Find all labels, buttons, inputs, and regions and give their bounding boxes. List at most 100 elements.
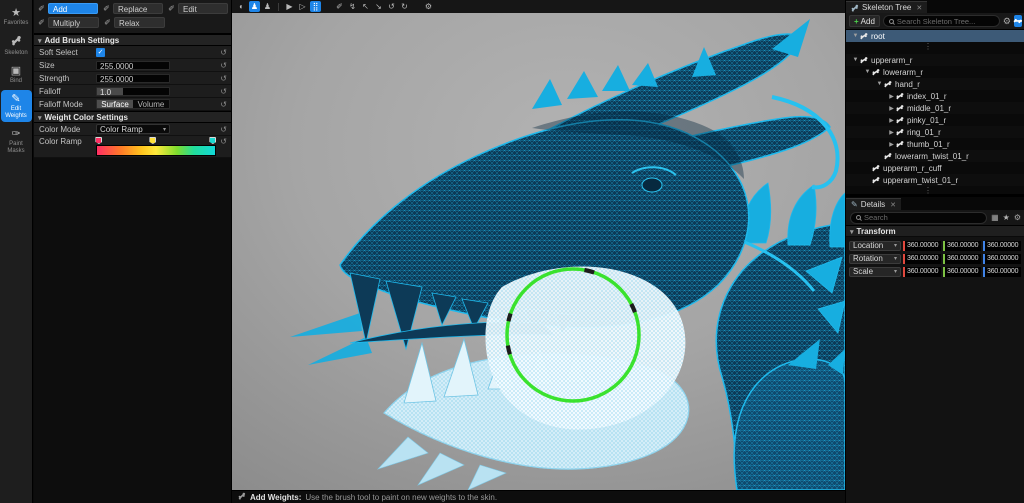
brush-mode-relax[interactable]: ✐Relax bbox=[103, 17, 165, 28]
play-outline-icon[interactable]: ▷ bbox=[297, 1, 308, 12]
tree-node-upperarm_r_cuff[interactable]: upperarm_r_cuff bbox=[846, 162, 1024, 174]
rotation-dropdown[interactable]: Rotation▾ bbox=[849, 254, 901, 264]
mirror-right-icon[interactable]: ↻ bbox=[399, 1, 410, 12]
add-brush-settings-header[interactable]: ▾Add Brush Settings bbox=[34, 34, 231, 46]
transform-row-rotation: Rotation▾360.00000360.00000360.00000 bbox=[849, 252, 1022, 265]
falloff-mode-volume-button[interactable]: Volume bbox=[133, 100, 169, 108]
scale-z-field[interactable]: 360.00000 bbox=[983, 267, 1021, 277]
bone-icon bbox=[895, 127, 904, 136]
bone-filter-button[interactable] bbox=[1014, 15, 1022, 27]
mirror-left-icon[interactable]: ↺ bbox=[386, 1, 397, 12]
reset-to-default-icon[interactable]: ↺ bbox=[220, 61, 227, 70]
skeleton-tree-search[interactable] bbox=[883, 15, 1000, 27]
grow-selection-icon[interactable]: ↖ bbox=[360, 1, 371, 12]
falloff-slider[interactable]: 1.0 bbox=[96, 87, 170, 96]
brush-mode-edit[interactable]: ✐Edit bbox=[167, 3, 228, 14]
details-settings-gear-icon[interactable]: ⚙ bbox=[1014, 213, 1021, 222]
ramp-stop-0[interactable] bbox=[95, 137, 102, 144]
bone-label: upperarm_r_cuff bbox=[883, 164, 942, 173]
brush-mode-multiply[interactable]: ✐Multiply bbox=[37, 17, 99, 28]
vertex-select-icon[interactable]: ⣿ bbox=[310, 1, 321, 12]
reset-to-default-icon[interactable]: ↺ bbox=[220, 87, 227, 96]
sidebar-item-bind[interactable]: ▣Bind bbox=[1, 62, 32, 87]
brush-mode-label: Relax bbox=[114, 17, 165, 28]
falloff-value: 1.0 bbox=[100, 88, 111, 96]
shrink-selection-icon[interactable]: ↘ bbox=[373, 1, 384, 12]
sidebar-item-favorites[interactable]: ★Favorites bbox=[1, 4, 32, 29]
brush-mode-replace[interactable]: ✐Replace bbox=[102, 3, 163, 14]
reset-to-default-icon[interactable]: ↺ bbox=[220, 74, 227, 83]
close-icon[interactable]: ✕ bbox=[890, 201, 896, 209]
scale-x-field[interactable]: 360.00000 bbox=[903, 267, 941, 277]
size-field[interactable]: 255.0000 bbox=[96, 61, 170, 70]
tree-node-hand_r[interactable]: ▼hand_r bbox=[846, 78, 1024, 90]
bone-icon bbox=[883, 79, 892, 88]
details-search[interactable] bbox=[850, 212, 987, 224]
reset-to-default-icon[interactable]: ↺ bbox=[220, 100, 227, 109]
brush-mode-add[interactable]: ✐Add bbox=[37, 3, 98, 14]
transform-section-header[interactable]: ▾Transform bbox=[846, 226, 1024, 237]
location-y-field[interactable]: 360.00000 bbox=[943, 241, 981, 251]
bone-label: ring_01_r bbox=[907, 128, 941, 137]
character-visibility-icon[interactable]: ♟ bbox=[249, 1, 260, 12]
hidden-bones-ellipsis[interactable]: ⋮ bbox=[846, 186, 1024, 194]
falloff-row: Falloff 1.0 ↺ bbox=[34, 85, 231, 98]
skeleton-tree-search-input[interactable] bbox=[897, 17, 994, 26]
viewport-settings-icon[interactable]: ⚙ bbox=[423, 1, 434, 12]
tree-settings-gear-icon[interactable]: ⚙ bbox=[1003, 16, 1011, 27]
location-x-field[interactable]: 360.00000 bbox=[903, 241, 941, 251]
soft-select-row: Soft Select ✓ ↺ bbox=[34, 46, 231, 59]
details-search-input[interactable] bbox=[864, 213, 981, 222]
display-filter-icon[interactable]: ▦ bbox=[991, 213, 999, 222]
falloff-label: Falloff bbox=[39, 87, 96, 96]
tree-node-index_01_r[interactable]: ▶index_01_r bbox=[846, 90, 1024, 102]
close-icon[interactable]: ✕ bbox=[916, 4, 922, 12]
tree-node-lowerarm_r[interactable]: ▼lowerarm_r bbox=[846, 66, 1024, 78]
weight-color-settings-header[interactable]: ▾Weight Color Settings bbox=[34, 111, 231, 123]
tree-node-ring_01_r[interactable]: ▶ring_01_r bbox=[846, 126, 1024, 138]
viewport-canvas[interactable] bbox=[232, 13, 845, 490]
flood-weights-icon[interactable]: ↯ bbox=[347, 1, 358, 12]
skeleton-tree-icon bbox=[851, 4, 859, 12]
tree-node-middle_01_r[interactable]: ▶middle_01_r bbox=[846, 102, 1024, 114]
tree-node-thumb_01_r[interactable]: ▶thumb_01_r bbox=[846, 138, 1024, 150]
soft-select-checkbox[interactable]: ✓ bbox=[96, 48, 105, 57]
reset-to-default-icon[interactable]: ↺ bbox=[220, 48, 227, 57]
scale-y-field[interactable]: 360.00000 bbox=[943, 267, 981, 277]
reset-to-default-icon[interactable]: ↺ bbox=[220, 125, 227, 134]
tree-node-lowerarm_twist_01_r[interactable]: lowerarm_twist_01_r bbox=[846, 150, 1024, 162]
preview-scene-icon[interactable]: ◐ bbox=[236, 1, 247, 12]
sidebar-item-paint-masks[interactable]: ✑Paint Masks bbox=[1, 125, 32, 157]
sidebar-item-edit-weights[interactable]: ✎Edit Weights bbox=[1, 90, 32, 122]
bone-visibility-icon[interactable]: ♟ bbox=[262, 1, 273, 12]
location-z-field[interactable]: 360.00000 bbox=[983, 241, 1021, 251]
ramp-stop-1[interactable] bbox=[149, 137, 156, 144]
falloff-mode-surface-button[interactable]: Surface bbox=[97, 100, 133, 108]
tab-skeleton-tree[interactable]: Skeleton Tree ✕ bbox=[846, 1, 927, 13]
color-ramp-bar[interactable] bbox=[96, 145, 216, 156]
chevron-down-icon: ▾ bbox=[163, 126, 166, 133]
tree-node-upperarm_twist_01_r[interactable]: upperarm_twist_01_r bbox=[846, 174, 1024, 186]
scale-dropdown[interactable]: Scale▾ bbox=[849, 267, 901, 277]
hidden-bones-ellipsis[interactable]: ⋮ bbox=[846, 42, 1024, 54]
chevron-down-icon: ▾ bbox=[894, 268, 897, 275]
ramp-stop-2[interactable] bbox=[209, 137, 216, 144]
add-bone-button[interactable]: + Add bbox=[849, 15, 880, 27]
strength-field[interactable]: 255.0000 bbox=[96, 74, 170, 83]
color-mode-dropdown[interactable]: Color Ramp ▾ bbox=[96, 124, 170, 134]
bone-icon bbox=[895, 91, 904, 100]
play-icon[interactable]: ▶ bbox=[284, 1, 295, 12]
brush-tool-icon[interactable]: ✐ bbox=[334, 1, 345, 12]
tree-node-pinky_01_r[interactable]: ▶pinky_01_r bbox=[846, 114, 1024, 126]
reset-to-default-icon[interactable]: ↺ bbox=[220, 137, 227, 146]
tree-node-root[interactable]: ▼root bbox=[846, 30, 1024, 42]
rotation-x-field[interactable]: 360.00000 bbox=[903, 254, 941, 264]
brush-icon: ✐ bbox=[103, 18, 112, 27]
rotation-y-field[interactable]: 360.00000 bbox=[943, 254, 981, 264]
rotation-z-field[interactable]: 360.00000 bbox=[983, 254, 1021, 264]
tree-node-upperarm_r[interactable]: ▼upperarm_r bbox=[846, 54, 1024, 66]
sidebar-item-skeleton[interactable]: Skeleton bbox=[1, 32, 32, 59]
favorites-filter-icon[interactable]: ★ bbox=[1003, 213, 1010, 222]
tab-details[interactable]: ✎ Details ✕ bbox=[846, 198, 901, 210]
location-dropdown[interactable]: Location▾ bbox=[849, 241, 901, 251]
